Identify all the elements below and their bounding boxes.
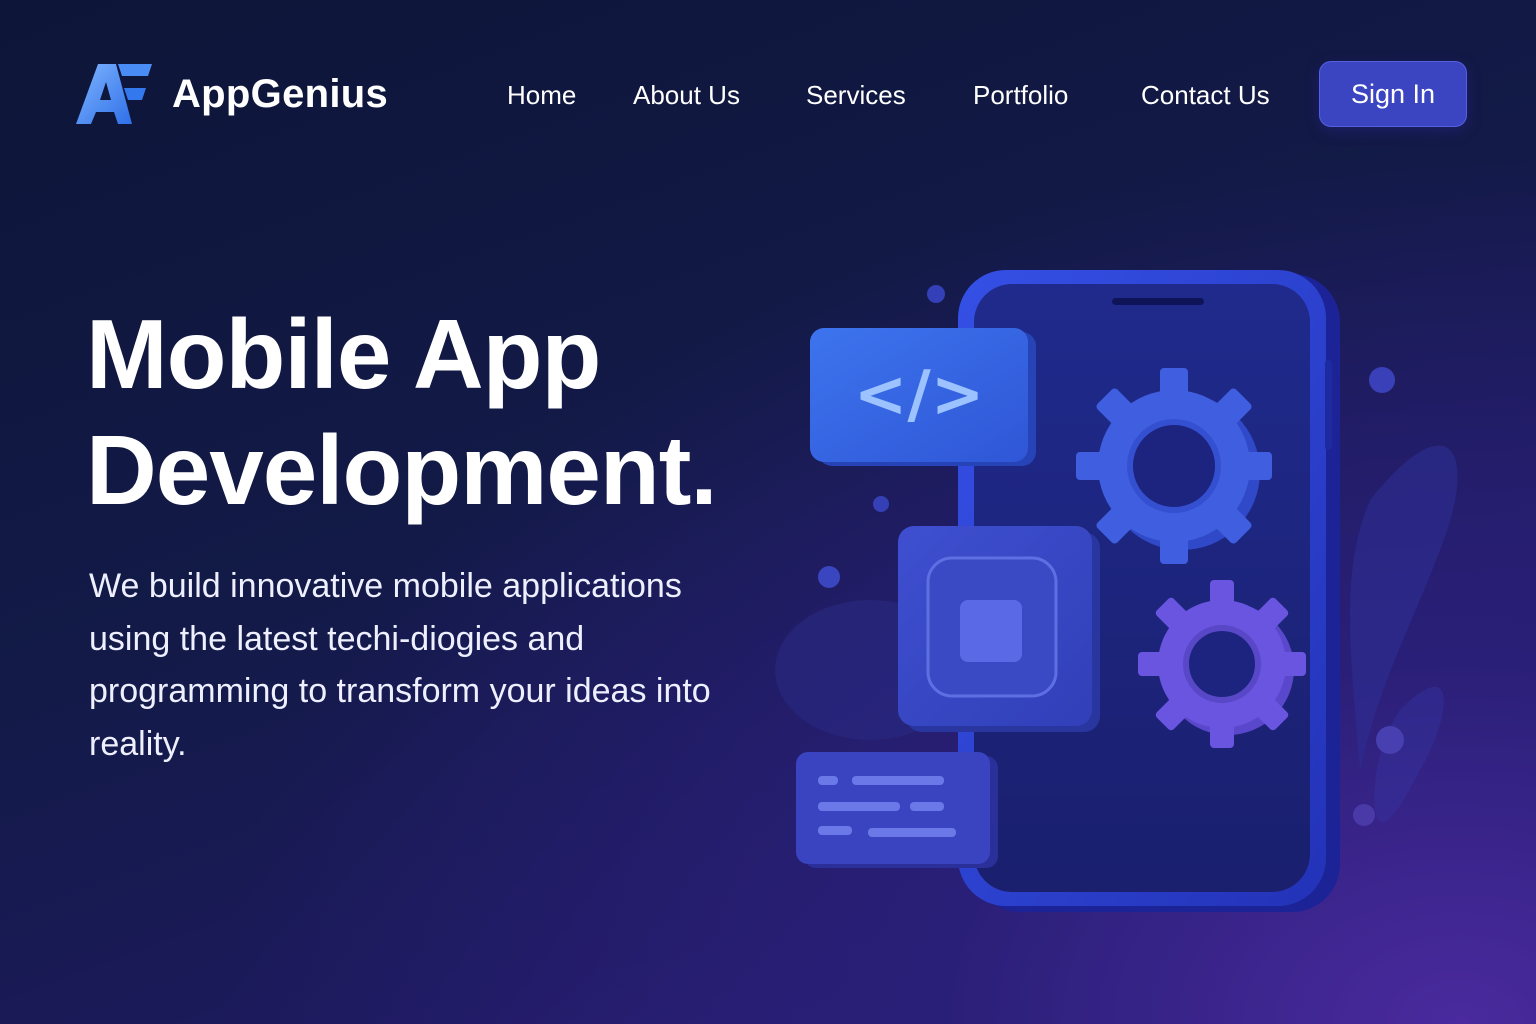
hero-illustration: </>: [775, 270, 1458, 912]
gear-icon: [1076, 368, 1272, 564]
code-icon: </>: [854, 358, 985, 432]
appgenius-logo-icon[interactable]: [74, 62, 154, 126]
hero-title-line-2: Development.: [86, 415, 718, 525]
site-header: AppGenius Home About Us Services Portfol…: [0, 0, 1536, 190]
decor-dot: [1376, 726, 1404, 754]
nav-about-us[interactable]: About Us: [633, 80, 740, 111]
background-leaf-small: [1374, 686, 1444, 823]
text-card-icon: [796, 752, 998, 868]
brand-name[interactable]: AppGenius: [172, 72, 388, 117]
decor-dot: [873, 496, 889, 512]
gear-icon: [1138, 580, 1306, 748]
hero-title-line-1: Mobile App: [86, 299, 601, 409]
sign-in-button[interactable]: Sign In: [1319, 61, 1467, 127]
hero-title: Mobile App Development.: [86, 296, 718, 528]
decor-dot: [818, 566, 840, 588]
nav-portfolio[interactable]: Portfolio: [973, 80, 1068, 111]
nav-contact-us[interactable]: Contact Us: [1141, 80, 1270, 111]
code-card: </>: [810, 328, 1036, 466]
decor-dot: [1353, 804, 1375, 826]
nav-home[interactable]: Home: [507, 80, 576, 111]
decor-dot: [1369, 367, 1395, 393]
hero-description: We build innovative mobile applications …: [89, 567, 711, 763]
nav-services[interactable]: Services: [806, 80, 906, 111]
chip-icon: [898, 526, 1100, 732]
decor-dot: [927, 285, 945, 303]
